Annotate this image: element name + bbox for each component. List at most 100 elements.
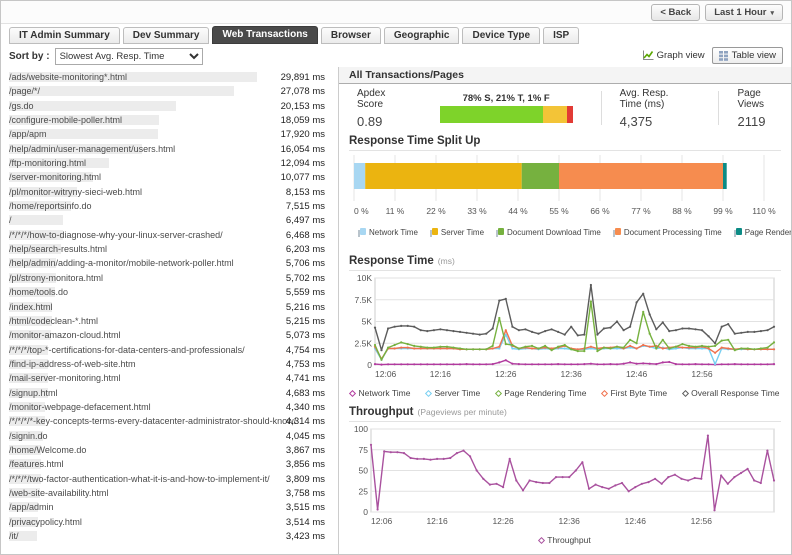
table-row[interactable]: /signin.do4,045 ms xyxy=(1,429,338,443)
table-row[interactable]: /*/*/*/two-factor-authentication-what-it… xyxy=(1,472,338,486)
table-row[interactable]: /pl/monitor-witryny-sieci-web.html8,153 … xyxy=(1,185,338,199)
transaction-url[interactable]: /privacypolicy.html xyxy=(9,517,82,527)
transaction-url[interactable]: /server-monitoring.html xyxy=(9,172,101,182)
summary-stats: Apdex Score 0.89 78% S, 21% T, 1% F Avg.… xyxy=(339,84,791,132)
page-views: Page Views 2119 xyxy=(718,91,791,125)
response-time-value: 7,515 ms xyxy=(286,201,325,212)
legend-item[interactable]: Server Time xyxy=(429,228,484,237)
transaction-url[interactable]: /*/*/*/*-key-concepts-terms-every-datace… xyxy=(9,416,296,426)
transaction-url[interactable]: /home/tools.do xyxy=(9,287,68,297)
table-row[interactable]: /pl/strony-monitora.html5,702 ms xyxy=(1,271,338,285)
transaction-url[interactable]: /html/codeclean-*.html xyxy=(9,316,98,326)
table-row[interactable]: /server-monitoring.html10,077 ms xyxy=(1,170,338,184)
transaction-url[interactable]: /monitor-webpage-defacement.html xyxy=(9,402,151,412)
table-row[interactable]: /*/*/*/*-key-concepts-terms-every-datace… xyxy=(1,414,338,428)
table-row[interactable]: /help/admin/adding-a-monitor/mobile-netw… xyxy=(1,256,338,270)
legend-item[interactable]: Page Rendering Time xyxy=(733,228,791,237)
transaction-url[interactable]: /monitor-amazon-cloud.html xyxy=(9,330,121,340)
transaction-url[interactable]: /index.html xyxy=(9,302,53,312)
response-time-value: 4,753 ms xyxy=(286,359,325,370)
table-row[interactable]: /gs.do20,153 ms xyxy=(1,99,338,113)
legend-item[interactable]: Throughput xyxy=(539,535,590,545)
transaction-url[interactable]: /it/ xyxy=(9,531,19,541)
table-row[interactable]: /features.html3,856 ms xyxy=(1,457,338,471)
tab-web-transactions[interactable]: Web Transactions xyxy=(212,26,317,44)
transaction-url[interactable]: /help/admin/user-management/users.html xyxy=(9,144,175,154)
transaction-url[interactable]: /app/admin xyxy=(9,502,54,512)
table-row[interactable]: /index.html5,216 ms xyxy=(1,300,338,314)
table-row[interactable]: /*/*/*/top-*-certifications-for-data-cen… xyxy=(1,343,338,357)
legend-item[interactable]: Page Rendering Time xyxy=(496,388,586,398)
table-row[interactable]: /help/search-results.html6,203 ms xyxy=(1,242,338,256)
table-row[interactable]: /home/reportsinfo.do 7,515 ms xyxy=(1,199,338,213)
transaction-url[interactable]: /web-site-availability.html xyxy=(9,488,108,498)
tab-device-type[interactable]: Device Type xyxy=(462,27,540,44)
table-view-button[interactable]: Table view xyxy=(712,47,783,64)
table-row[interactable]: /mail-server-monitoring.html4,741 ms xyxy=(1,371,338,385)
transaction-url[interactable]: /gs.do xyxy=(9,101,34,111)
table-row[interactable]: /web-site-availability.html3,758 ms xyxy=(1,486,338,500)
time-range-dropdown[interactable]: Last 1 Hour▾ xyxy=(705,4,783,21)
transaction-url[interactable]: /pl/monitor-witryny-sieci-web.html xyxy=(9,187,142,197)
transaction-url[interactable]: /*/*/*/how-to-diagnose-why-your-linux-se… xyxy=(9,230,223,240)
sort-select[interactable]: Slowest Avg. Resp. Time xyxy=(55,48,203,65)
avg-resp-time: Avg. Resp. Time (ms) 4,375 xyxy=(601,91,703,125)
tab-isp[interactable]: ISP xyxy=(543,27,579,44)
table-row[interactable]: /ftp-monitoring.html12,094 ms xyxy=(1,156,338,170)
transaction-url[interactable]: /ftp-monitoring.html xyxy=(9,158,86,168)
table-row[interactable]: /*/*/*/how-to-diagnose-why-your-linux-se… xyxy=(1,228,338,242)
transaction-url[interactable]: /signup.html xyxy=(9,388,58,398)
transaction-url[interactable]: /ads/website-monitoring*.html xyxy=(9,72,127,82)
back-button[interactable]: < Back xyxy=(651,4,700,21)
transaction-url[interactable]: /pl/strony-monitora.html xyxy=(9,273,103,283)
transaction-url[interactable]: /features.html xyxy=(9,459,64,469)
tab-it-admin-summary[interactable]: IT Admin Summary xyxy=(9,27,120,44)
transaction-url[interactable]: /help/admin/adding-a-monitor/mobile-netw… xyxy=(9,258,234,268)
legend-label: Overall Response Time xyxy=(691,388,779,398)
legend-item[interactable]: Network Time xyxy=(350,388,410,398)
table-row[interactable]: /configure-mobile-poller.html18,059 ms xyxy=(1,113,338,127)
table-row[interactable]: /html/codeclean-*.html5,215 ms xyxy=(1,314,338,328)
graph-view-button[interactable]: Graph view xyxy=(642,50,705,61)
table-row[interactable]: /help/admin/user-management/users.html16… xyxy=(1,142,338,156)
legend-item[interactable]: Network Time xyxy=(357,228,418,237)
svg-text:7.5K: 7.5K xyxy=(355,295,373,305)
transaction-url[interactable]: /mail-server-monitoring.html xyxy=(9,373,121,383)
legend-item[interactable]: Overall Response Time xyxy=(683,388,779,398)
table-row[interactable]: /find-ip-address-of-web-site.htm 4,753 ms xyxy=(1,357,338,371)
table-row[interactable]: /home/Welcome.do3,867 ms xyxy=(1,443,338,457)
transaction-url[interactable]: /page/*/ xyxy=(9,86,40,96)
legend-item[interactable]: Server Time xyxy=(426,388,480,398)
transaction-url[interactable]: /find-ip-address-of-web-site.htm xyxy=(9,359,136,369)
table-row[interactable]: /monitor-amazon-cloud.html5,073 ms xyxy=(1,328,338,342)
tab-browser[interactable]: Browser xyxy=(321,27,381,44)
response-time-value: 4,314 ms xyxy=(286,416,325,427)
legend-item[interactable]: Document Processing Time xyxy=(612,228,722,237)
transaction-url[interactable]: /home/reportsinfo.do xyxy=(9,201,92,211)
transaction-url[interactable]: /help/search-results.html xyxy=(9,244,107,254)
table-row[interactable]: /home/tools.do5,559 ms xyxy=(1,285,338,299)
tab-dev-summary[interactable]: Dev Summary xyxy=(123,27,210,44)
svg-text:10K: 10K xyxy=(357,273,372,283)
table-row[interactable]: /it/3,423 ms xyxy=(1,529,338,543)
transaction-url[interactable]: /*/*/*/two-factor-authentication-what-it… xyxy=(9,474,270,484)
table-row[interactable]: /app/admin3,515 ms xyxy=(1,500,338,514)
table-row[interactable]: /6,497 ms xyxy=(1,213,338,227)
response-time-legend: Network Time Server Time Page Rendering Ti… xyxy=(349,388,781,398)
table-row[interactable]: /page/*/27,078 ms xyxy=(1,84,338,98)
transaction-url[interactable]: /app/apm xyxy=(9,129,47,139)
table-row[interactable]: /app/apm 17,920 ms xyxy=(1,127,338,141)
transaction-url[interactable]: /home/Welcome.do xyxy=(9,445,86,455)
tab-geographic[interactable]: Geographic xyxy=(384,27,460,44)
table-row[interactable]: /monitor-webpage-defacement.html4,340 ms xyxy=(1,400,338,414)
transaction-url[interactable]: /configure-mobile-poller.html xyxy=(9,115,122,125)
legend-item[interactable]: First Byte Time xyxy=(602,388,667,398)
table-row[interactable]: /privacypolicy.html3,514 ms xyxy=(1,515,338,529)
transaction-url[interactable]: /*/*/*/top-*-certifications-for-data-cen… xyxy=(9,345,245,355)
legend-item[interactable]: Document Download Time xyxy=(495,228,601,237)
table-row[interactable]: /ads/website-monitoring*.html29,891 ms xyxy=(1,70,338,84)
response-time-value: 17,920 ms xyxy=(281,129,325,140)
transaction-url[interactable]: / xyxy=(9,215,12,225)
table-row[interactable]: /signup.html4,683 ms xyxy=(1,386,338,400)
transaction-url[interactable]: /signin.do xyxy=(9,431,48,441)
